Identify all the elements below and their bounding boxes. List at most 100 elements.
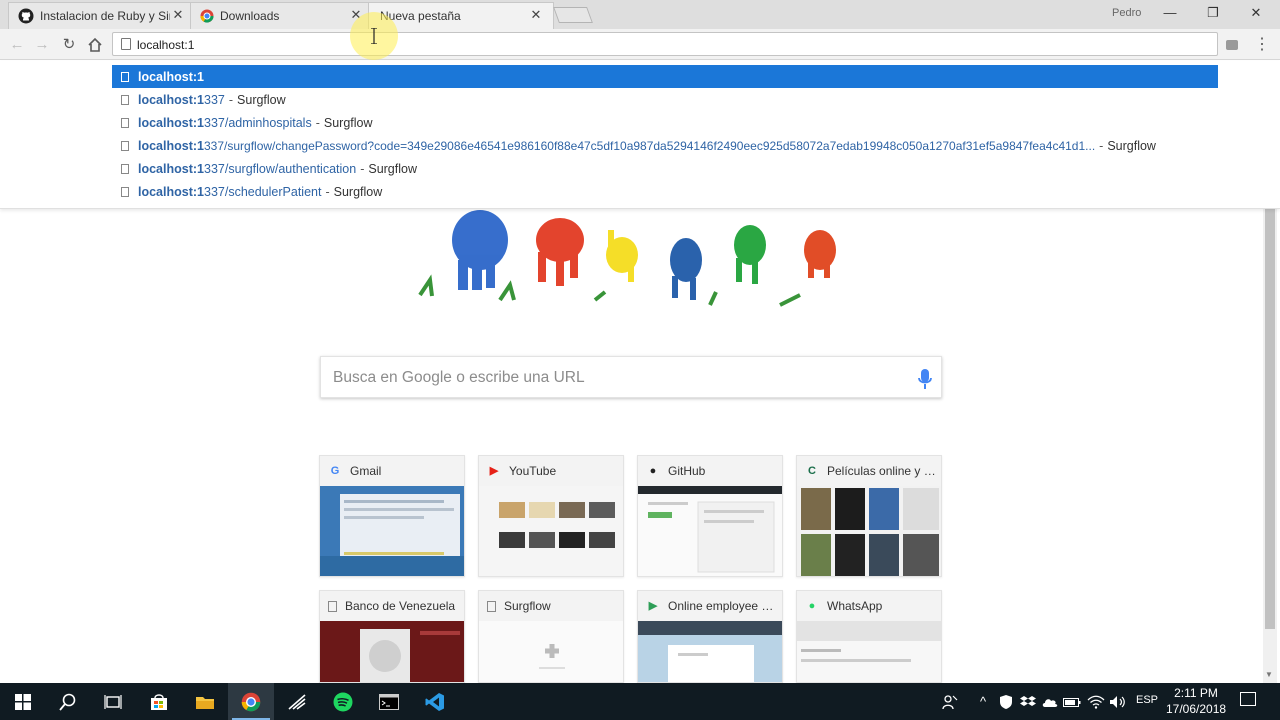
tile-github[interactable]: ● GitHub <box>637 455 783 577</box>
suggestion-item[interactable]: localhost:1 337/surgflow/changePassword?c… <box>112 134 1218 157</box>
volume-icon[interactable] <box>1108 683 1128 720</box>
restore-icon[interactable]: ❐ <box>1198 3 1228 23</box>
suggestion-item[interactable]: localhost:1 337/schedulerPatient - Surgflo… <box>112 180 1218 203</box>
language-indicator[interactable]: ESP <box>1136 694 1158 706</box>
tile-title: GitHub <box>668 464 706 478</box>
suggestion-separator: - <box>360 161 365 176</box>
page-icon <box>121 140 129 151</box>
tile-thumbnail <box>638 486 782 576</box>
scrollbar-thumb[interactable] <box>1265 209 1275 629</box>
tile-thumbnail <box>320 486 464 576</box>
home-icon[interactable] <box>84 34 106 56</box>
suggestion-url-match: localhost:1 <box>138 161 204 176</box>
app-feather-icon[interactable] <box>274 683 320 720</box>
onedrive-icon[interactable] <box>1040 683 1060 720</box>
suggestion-separator: - <box>1099 138 1104 153</box>
tile-title: YouTube <box>509 464 557 478</box>
microphone-icon[interactable] <box>917 368 933 390</box>
task-view-icon[interactable] <box>90 683 136 720</box>
spotify-icon[interactable] <box>320 683 366 720</box>
tab-nueva-pestana[interactable]: Nueva pestaña ✕ <box>368 2 554 29</box>
tab-title: Nueva pestaña <box>380 8 461 23</box>
suggestion-url-match: localhost:1 <box>138 184 204 199</box>
search-icon[interactable] <box>45 683 91 720</box>
tile-title: Gmail <box>350 464 382 478</box>
google-doodle[interactable] <box>410 200 860 320</box>
page-icon <box>121 163 129 174</box>
tile-surgflow[interactable]: Surgflow <box>478 590 624 683</box>
tile-online-employee[interactable]: ▶ Online employee m... <box>637 590 783 683</box>
wifi-icon[interactable] <box>1086 683 1106 720</box>
suggestion-item[interactable]: localhost:1 337 - Surgflow <box>112 88 1218 111</box>
toolbar: ← → ↻ <box>0 29 1280 60</box>
tile-title: WhatsApp <box>827 599 883 613</box>
profile-name[interactable]: Pedro <box>1112 7 1141 19</box>
clock[interactable]: 2:11 PM 17/06/2018 <box>1166 685 1226 717</box>
tile-gmail[interactable]: G Gmail <box>319 455 465 577</box>
tile-whatsapp[interactable]: ● WhatsApp <box>796 590 942 683</box>
address-input[interactable] <box>137 36 1207 53</box>
dropbox-icon[interactable] <box>1018 683 1038 720</box>
store-icon[interactable] <box>136 683 182 720</box>
windows-start-icon[interactable] <box>0 683 46 720</box>
tile-banco-venezuela[interactable]: Banco de Venezuela <box>319 590 465 683</box>
address-bar[interactable] <box>112 32 1218 56</box>
suggestion-separator: - <box>325 184 330 199</box>
menu-dots-icon[interactable]: ⋮ <box>1254 34 1270 54</box>
tile-thumbnail <box>638 621 782 682</box>
suggestion-title: Surgflow <box>323 115 373 130</box>
tab-title: Downloads <box>220 8 280 23</box>
people-icon[interactable] <box>938 683 962 720</box>
action-center-icon[interactable] <box>1240 692 1256 706</box>
tile-peliculas[interactable]: C Películas online y p... <box>796 455 942 577</box>
tile-title: Películas online y p... <box>827 464 939 478</box>
tile-thumbnail <box>797 486 941 576</box>
page-icon <box>328 600 337 612</box>
play-icon: ▶ <box>648 600 658 612</box>
page-icon <box>121 71 129 82</box>
terminal-icon[interactable] <box>366 683 412 720</box>
page-icon <box>121 94 129 105</box>
tile-youtube[interactable]: ▶ YouTube <box>478 455 624 577</box>
tile-thumbnail <box>320 621 464 682</box>
text-cursor-icon <box>371 28 377 44</box>
google-search-box[interactable] <box>320 356 942 398</box>
forward-arrow-icon[interactable]: → <box>31 34 53 56</box>
close-tab-icon[interactable]: ✕ <box>170 7 186 23</box>
battery-icon[interactable] <box>1062 683 1082 720</box>
suggestion-separator: - <box>228 92 234 107</box>
page-icon <box>121 117 129 128</box>
github-icon: ● <box>649 465 657 477</box>
tab-instalacion-ruby[interactable]: Instalacion de Ruby y Sin ✕ <box>8 2 192 29</box>
close-tab-icon[interactable]: ✕ <box>528 7 544 23</box>
file-explorer-icon[interactable] <box>182 683 228 720</box>
scroll-down-arrow-icon[interactable]: ▼ <box>1265 670 1273 679</box>
page-icon <box>121 186 129 197</box>
suggestion-url-rest: 337/adminhospitals <box>204 115 312 130</box>
taskbar: ^ ESP 2:11 PM 17/06/2018 <box>0 683 1280 720</box>
suggestion-item[interactable]: localhost:1 337/surgflow/authentication -… <box>112 157 1218 180</box>
vscode-icon[interactable] <box>412 683 458 720</box>
new-tab-button[interactable] <box>553 7 593 23</box>
suggestion-item[interactable]: localhost:1 337/adminhospitals - Surgflow <box>112 111 1218 134</box>
reload-icon[interactable]: ↻ <box>58 34 80 56</box>
suggestion-url-match: localhost:1 <box>138 115 204 130</box>
tab-strip: Instalacion de Ruby y Sin ✕ Downloads ✕ … <box>0 0 1280 29</box>
extension-icon[interactable] <box>1226 40 1238 50</box>
cuevana-icon: C <box>808 465 816 477</box>
suggestion-item[interactable]: localhost:1 <box>112 65 1218 88</box>
search-input[interactable] <box>333 367 913 389</box>
page-scrollbar[interactable]: ▼ <box>1263 209 1277 683</box>
minimize-icon[interactable]: — <box>1155 3 1185 23</box>
tile-thumbnail <box>479 621 623 682</box>
suggestion-url-match: localhost:1 <box>138 69 204 84</box>
tab-downloads[interactable]: Downloads ✕ <box>190 2 370 29</box>
show-hidden-icons[interactable]: ^ <box>974 683 992 720</box>
back-arrow-icon[interactable]: ← <box>6 34 28 56</box>
page-icon <box>487 600 496 612</box>
suggestion-url-match: localhost:1 <box>138 92 204 107</box>
shield-icon[interactable] <box>996 683 1016 720</box>
chrome-taskbar-icon[interactable] <box>228 683 274 720</box>
suggestion-title: Surgflow <box>237 92 286 107</box>
close-window-icon[interactable]: ✕ <box>1241 3 1271 23</box>
